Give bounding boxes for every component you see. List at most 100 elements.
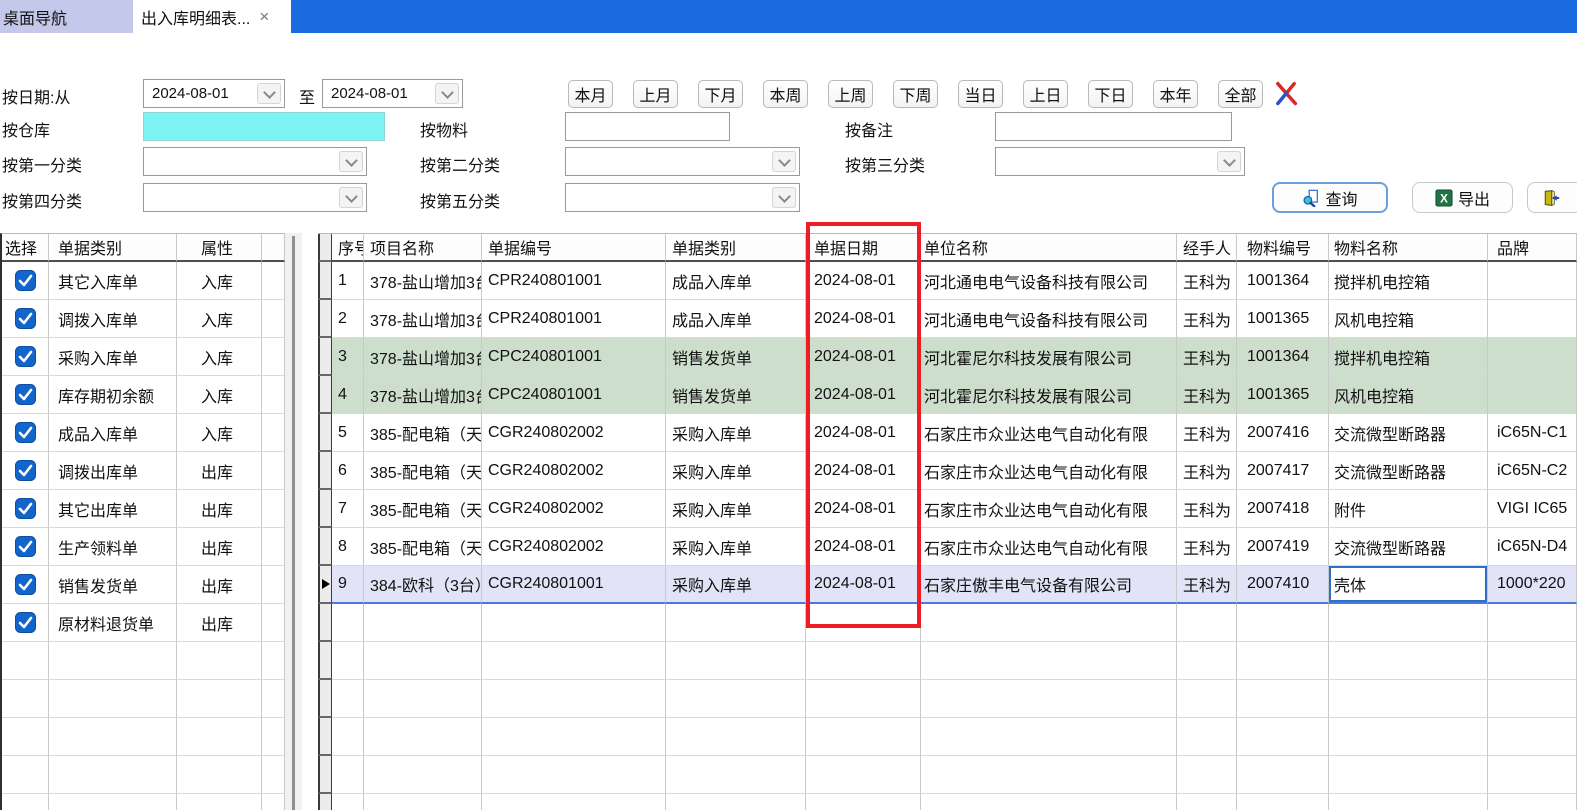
doc-type-name-cell[interactable]: 原材料退货单 (49, 604, 177, 642)
detail-cell-mat_no[interactable]: 2007410 (1237, 566, 1329, 604)
detail-cell-doc_no[interactable]: CPR240801001 (482, 262, 666, 300)
chevron-down-icon[interactable] (339, 187, 363, 208)
row-gutter-cell[interactable] (318, 490, 332, 528)
quick-date-button-1[interactable]: 本月 (568, 80, 613, 108)
date-to-picker[interactable]: 2024-08-01 (322, 79, 463, 108)
doc-type-name-cell[interactable]: 其它入库单 (49, 262, 177, 300)
remark-input[interactable] (995, 112, 1232, 141)
checkbox-cell[interactable] (2, 528, 49, 566)
detail-cell-date[interactable]: 2024-08-01 (806, 452, 921, 490)
detail-cell-seq[interactable]: 9 (332, 566, 364, 604)
quick-date-button-6[interactable]: 下周 (893, 80, 938, 108)
detail-cell-brand[interactable]: VIGI IC65 (1488, 490, 1577, 528)
detail-cell-doc_no[interactable]: CGR240802002 (482, 528, 666, 566)
detail-cell-project[interactable]: 378-盐山增加3台 (364, 338, 482, 376)
close-icon[interactable]: × (259, 8, 269, 25)
detail-cell-mat_name[interactable]: 交流微型断路器 (1329, 414, 1488, 452)
category1-dropdown[interactable] (143, 147, 367, 176)
detail-cell-doc_type[interactable]: 采购入库单 (666, 528, 806, 566)
doc-type-attr-cell[interactable]: 入库 (177, 414, 262, 452)
detail-cell-mat_no[interactable]: 2007418 (1237, 490, 1329, 528)
detail-cell-seq[interactable]: 1 (332, 262, 364, 300)
chevron-down-icon[interactable] (435, 83, 459, 104)
detail-cell-mat_name[interactable]: 搅拌机电控箱 (1329, 338, 1488, 376)
detail-cell-company[interactable]: 石家庄市众业达电气自动化有限 (921, 452, 1177, 490)
detail-cell-date[interactable]: 2024-08-01 (806, 376, 921, 414)
checkbox-checked-icon[interactable] (2, 422, 48, 443)
checkbox-checked-icon[interactable] (2, 460, 48, 481)
detail-cell-seq[interactable]: 8 (332, 528, 364, 566)
detail-cell-brand[interactable]: 1000*220 (1488, 566, 1577, 604)
detail-cell-handler[interactable]: 王科为 (1177, 338, 1237, 376)
row-gutter-cell[interactable] (318, 300, 332, 338)
detail-cell-brand[interactable]: iC65N-C2 (1488, 452, 1577, 490)
checkbox-cell[interactable] (2, 566, 49, 604)
detail-cell-handler[interactable]: 王科为 (1177, 262, 1237, 300)
warehouse-input[interactable] (143, 112, 385, 141)
detail-cell-doc_type[interactable]: 采购入库单 (666, 490, 806, 528)
detail-cell-mat_name[interactable]: 交流微型断路器 (1329, 528, 1488, 566)
detail-cell-project[interactable]: 385-配电箱（天津 (364, 490, 482, 528)
detail-cell-mat_no[interactable]: 1001364 (1237, 262, 1329, 300)
detail-cell-doc_type[interactable]: 销售发货单 (666, 376, 806, 414)
detail-cell-brand[interactable]: iC65N-C1 (1488, 414, 1577, 452)
row-gutter-cell[interactable] (318, 528, 332, 566)
doc-type-name-cell[interactable]: 调拨入库单 (49, 300, 177, 338)
category3-dropdown[interactable] (995, 147, 1245, 176)
detail-cell-date[interactable]: 2024-08-01 (806, 262, 921, 300)
detail-cell-seq[interactable]: 7 (332, 490, 364, 528)
detail-cell-date[interactable]: 2024-08-01 (806, 528, 921, 566)
category2-dropdown[interactable] (565, 147, 800, 176)
checkbox-cell[interactable] (2, 338, 49, 376)
chevron-down-icon[interactable] (257, 83, 281, 104)
detail-cell-seq[interactable]: 3 (332, 338, 364, 376)
row-gutter-cell[interactable] (318, 414, 332, 452)
detail-cell-mat_no[interactable]: 1001365 (1237, 376, 1329, 414)
detail-cell-company[interactable]: 河北通电电气设备科技有限公司 (921, 262, 1177, 300)
doc-type-attr-cell[interactable]: 入库 (177, 376, 262, 414)
detail-cell-handler[interactable]: 王科为 (1177, 452, 1237, 490)
category4-dropdown[interactable] (143, 183, 367, 212)
checkbox-checked-icon[interactable] (2, 612, 48, 633)
detail-cell-mat_name[interactable]: 壳体 (1329, 566, 1488, 604)
detail-cell-doc_no[interactable]: CGR240802002 (482, 452, 666, 490)
detail-cell-company[interactable]: 石家庄市众业达电气自动化有限 (921, 414, 1177, 452)
detail-cell-project[interactable]: 385-配电箱（天津 (364, 528, 482, 566)
doc-type-name-cell[interactable]: 成品入库单 (49, 414, 177, 452)
detail-cell-mat_name[interactable]: 交流微型断路器 (1329, 452, 1488, 490)
row-gutter-cell[interactable] (318, 338, 332, 376)
detail-cell-brand[interactable]: iC65N-D4 (1488, 528, 1577, 566)
quick-date-button-5[interactable]: 上周 (828, 80, 873, 108)
quick-date-button-7[interactable]: 当日 (958, 80, 1003, 108)
checkbox-checked-icon[interactable] (2, 384, 48, 405)
detail-cell-handler[interactable]: 王科为 (1177, 528, 1237, 566)
checkbox-cell[interactable] (2, 414, 49, 452)
detail-cell-project[interactable]: 378-盐山增加3台 (364, 300, 482, 338)
detail-cell-doc_type[interactable]: 采购入库单 (666, 566, 806, 604)
detail-cell-doc_type[interactable]: 成品入库单 (666, 300, 806, 338)
detail-cell-doc_no[interactable]: CGR240802002 (482, 490, 666, 528)
quick-date-button-4[interactable]: 本周 (763, 80, 808, 108)
checkbox-cell[interactable] (2, 262, 49, 300)
detail-cell-mat_no[interactable]: 1001364 (1237, 338, 1329, 376)
detail-cell-mat_name[interactable]: 附件 (1329, 490, 1488, 528)
checkbox-checked-icon[interactable] (2, 308, 48, 329)
tab-inout-detail-report[interactable]: 出入库明细表... × (133, 0, 291, 33)
detail-cell-mat_name[interactable]: 搅拌机电控箱 (1329, 262, 1488, 300)
detail-cell-mat_no[interactable]: 2007419 (1237, 528, 1329, 566)
detail-cell-mat_name[interactable]: 风机电控箱 (1329, 376, 1488, 414)
detail-cell-seq[interactable]: 4 (332, 376, 364, 414)
doc-type-name-cell[interactable]: 调拨出库单 (49, 452, 177, 490)
material-input[interactable] (565, 112, 730, 141)
doc-type-attr-cell[interactable]: 出库 (177, 452, 262, 490)
detail-cell-company[interactable]: 石家庄傲丰电气设备有限公司 (921, 566, 1177, 604)
detail-cell-doc_no[interactable]: CPR240801001 (482, 300, 666, 338)
doc-type-attr-cell[interactable]: 入库 (177, 262, 262, 300)
scrollbar-thumb[interactable] (292, 236, 295, 810)
doc-type-attr-cell[interactable]: 出库 (177, 566, 262, 604)
export-button[interactable]: X 导出 (1412, 182, 1513, 213)
detail-cell-mat_no[interactable]: 1001365 (1237, 300, 1329, 338)
quick-date-button-8[interactable]: 上日 (1023, 80, 1068, 108)
detail-cell-mat_name[interactable]: 风机电控箱 (1329, 300, 1488, 338)
doc-type-attr-cell[interactable]: 入库 (177, 300, 262, 338)
